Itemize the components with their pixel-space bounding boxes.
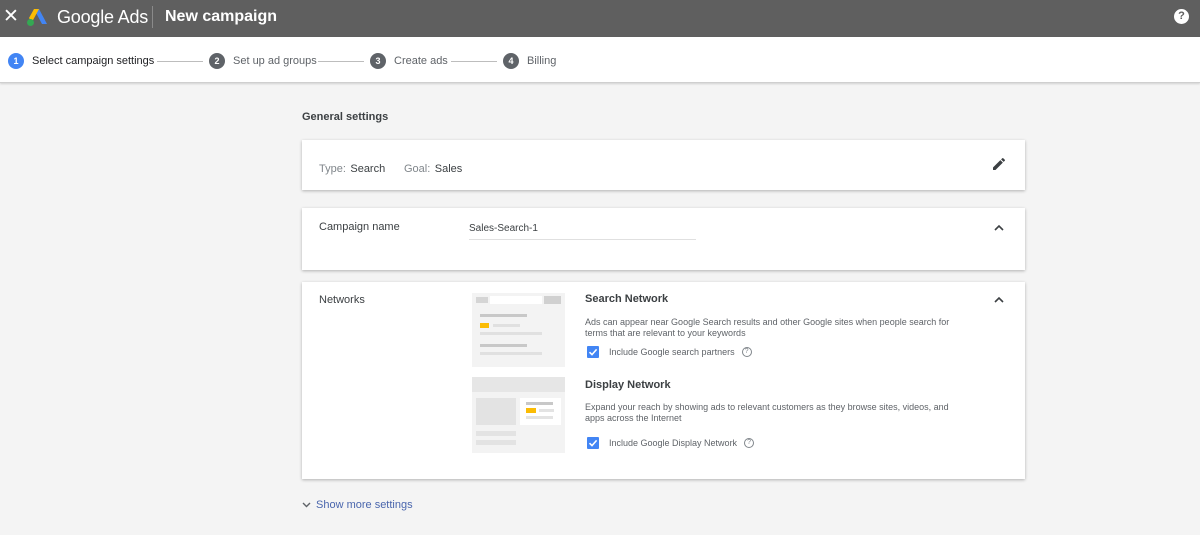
step-connector: [318, 61, 364, 62]
progress-stepper: 1 Select campaign settings 2 Set up ad g…: [0, 37, 1200, 83]
step-number: 2: [209, 53, 225, 69]
campaign-name-card: Campaign name: [302, 208, 1025, 270]
checkmark-icon: [588, 439, 598, 447]
step-billing[interactable]: 4 Billing: [503, 53, 556, 69]
search-network-description: Ads can appear near Google Search result…: [585, 317, 950, 338]
type-label: Type:: [319, 163, 346, 175]
step-number: 3: [370, 53, 386, 69]
checkmark-icon: [588, 348, 598, 356]
campaign-type: Type: Search: [319, 159, 385, 177]
display-network-checkbox[interactable]: [587, 437, 599, 449]
step-label: Select campaign settings: [32, 55, 155, 67]
google-ads-logo-icon: [27, 9, 47, 26]
display-network-option: Include Google Display Network ?: [587, 436, 755, 450]
networks-label: Networks: [319, 294, 365, 306]
display-network-illustration: [472, 377, 565, 453]
help-icon[interactable]: ?: [1174, 9, 1189, 24]
brand-name: Google Ads: [57, 7, 149, 27]
type-value: Search: [350, 163, 386, 175]
step-connector: [157, 61, 203, 62]
chevron-up-icon[interactable]: [992, 295, 1006, 305]
pencil-icon[interactable]: [991, 156, 1007, 172]
display-network-label: Include Google Display Network: [609, 438, 738, 448]
header-divider: [152, 6, 153, 28]
goal-label: Goal:: [404, 163, 431, 175]
step-set-up-ad-groups[interactable]: 2 Set up ad groups: [209, 53, 317, 69]
step-label: Set up ad groups: [233, 55, 317, 67]
display-network-description: Expand your reach by showing ads to rele…: [585, 402, 949, 423]
networks-card: Networks Search Network Ads can appear n…: [302, 282, 1025, 479]
chevron-down-icon: [302, 502, 311, 508]
step-label: Billing: [527, 55, 557, 67]
show-more-settings-link[interactable]: Show more settings: [302, 499, 413, 511]
help-circle-icon[interactable]: ?: [744, 438, 755, 448]
campaign-name-input[interactable]: [469, 220, 696, 240]
goal-value: Sales: [434, 163, 463, 175]
search-partners-option: Include Google search partners ?: [587, 345, 752, 359]
campaign-name-label: Campaign name: [319, 221, 400, 233]
search-network-title: Search Network: [585, 293, 669, 305]
step-select-campaign-settings[interactable]: 1 Select campaign settings: [8, 53, 154, 69]
campaign-summary-card: Type: Search Goal: Sales: [302, 140, 1025, 190]
search-partners-checkbox[interactable]: [587, 346, 599, 358]
step-create-ads[interactable]: 3 Create ads: [370, 53, 448, 69]
step-label: Create ads: [394, 55, 448, 67]
step-number: 1: [8, 53, 24, 69]
step-connector: [451, 61, 497, 62]
show-more-label: Show more settings: [316, 499, 413, 511]
display-network-title: Display Network: [585, 379, 671, 391]
app-header: ✕ Google Ads New campaign ?: [0, 0, 1200, 37]
search-network-illustration: [472, 293, 565, 367]
chevron-up-icon[interactable]: [992, 223, 1006, 233]
step-number: 4: [503, 53, 519, 69]
search-partners-label: Include Google search partners: [609, 347, 735, 357]
campaign-goal: Goal: Sales: [404, 159, 462, 177]
close-icon[interactable]: ✕: [3, 7, 19, 26]
help-circle-icon[interactable]: ?: [741, 347, 752, 357]
section-title: General settings: [302, 111, 389, 123]
page-title: New campaign: [165, 8, 278, 25]
